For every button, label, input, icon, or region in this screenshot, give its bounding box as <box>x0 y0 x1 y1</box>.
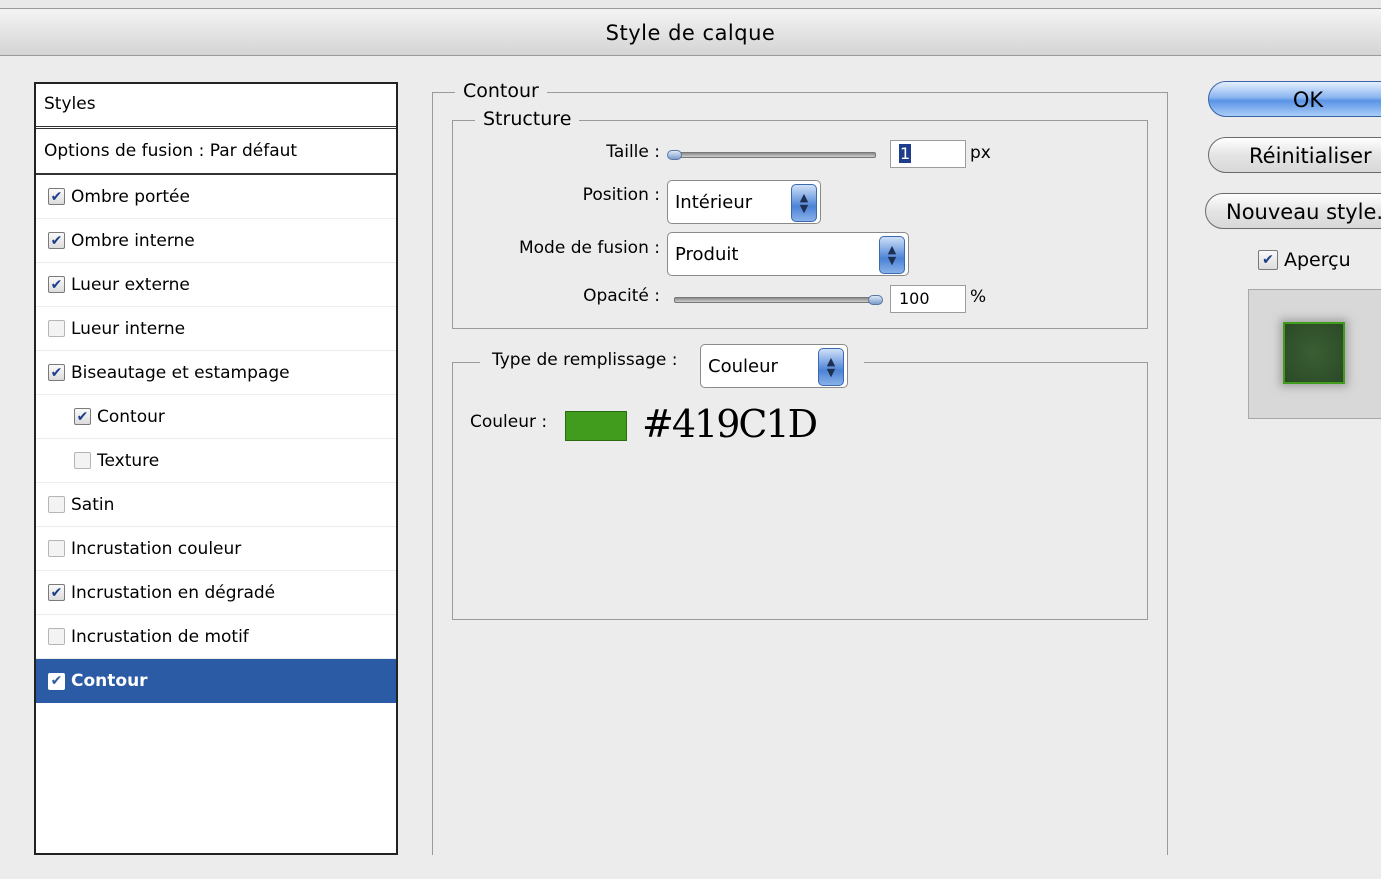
opacity-label: Opacité : <box>583 286 660 306</box>
color-label: Couleur : <box>470 412 548 432</box>
style-item[interactable]: ✔ Biseautage et estampage <box>36 351 396 395</box>
preview-checkbox[interactable]: ✔ Aperçu <box>1258 249 1351 271</box>
style-item-label: Texture <box>97 450 160 471</box>
style-item[interactable]: ✔ Ombre interne <box>36 219 396 263</box>
fill-type-label: Type de remplissage : <box>492 350 678 370</box>
style-item[interactable]: ✔ Lueur externe <box>36 263 396 307</box>
style-item[interactable]: ✔ Satin <box>36 483 396 527</box>
style-item-label: Incrustation couleur <box>71 538 242 559</box>
fill-type-legend: Type de remplissage : Couleur ▲ ▼ <box>480 342 864 388</box>
style-item-label: Lueur interne <box>71 318 186 339</box>
checkbox-unchecked-icon[interactable]: ✔ <box>48 320 65 337</box>
checkbox-unchecked-icon[interactable]: ✔ <box>48 496 65 513</box>
style-item-label: Biseautage et estampage <box>71 362 290 383</box>
style-item-label: Incrustation en dégradé <box>71 582 276 603</box>
opacity-slider-thumb[interactable] <box>868 295 883 305</box>
style-item-label: Contour <box>97 406 165 427</box>
color-hex-text: #419C1D <box>642 402 818 446</box>
styles-header[interactable]: Styles <box>36 84 396 129</box>
size-label: Taille : <box>606 142 660 162</box>
preview-check-icon: ✔ <box>1258 250 1278 270</box>
styles-list: ✔ Ombre portée ✔ Ombre interne ✔ Lueur extern… <box>36 175 396 703</box>
structure-group-title: Structure <box>475 108 580 130</box>
checkbox-checked-icon[interactable]: ✔ <box>48 672 65 690</box>
select-arrows-icon: ▲ ▼ <box>791 184 817 222</box>
size-slider[interactable] <box>668 152 876 158</box>
style-item[interactable]: ✔ Texture <box>36 439 396 483</box>
style-item-label: Contour <box>71 671 148 691</box>
fill-type-select[interactable]: Couleur ▲ ▼ <box>700 344 848 388</box>
position-select[interactable]: Intérieur ▲ ▼ <box>667 180 821 224</box>
select-arrows-icon: ▲ ▼ <box>818 348 844 386</box>
opacity-input[interactable]: 100 <box>890 285 966 313</box>
checkbox-checked-icon[interactable]: ✔ <box>74 408 91 425</box>
color-swatch[interactable] <box>565 411 627 441</box>
opacity-unit: % <box>970 287 987 307</box>
opacity-value: 100 <box>899 289 930 308</box>
style-item[interactable]: ✔ Contour <box>36 395 396 439</box>
preview-swatch <box>1283 322 1345 384</box>
size-unit: px <box>970 143 991 163</box>
opacity-slider[interactable] <box>674 297 882 303</box>
style-item-label: Incrustation de motif <box>71 626 249 647</box>
blending-options-item[interactable]: Options de fusion : Par défaut <box>36 129 396 175</box>
reset-button[interactable]: Réinitialiser <box>1208 137 1381 173</box>
style-item[interactable]: ✔ Lueur interne <box>36 307 396 351</box>
style-item[interactable]: ✔ Contour <box>36 659 396 703</box>
style-item-label: Ombre interne <box>71 230 195 251</box>
style-item-label: Satin <box>71 494 115 515</box>
checkbox-checked-icon[interactable]: ✔ <box>48 276 65 293</box>
fill-type-group <box>452 362 1148 620</box>
preview-label: Aperçu <box>1284 249 1351 271</box>
fill-type-value: Couleur <box>708 356 778 377</box>
style-item[interactable]: ✔ Incrustation en dégradé <box>36 571 396 615</box>
blend-mode-label: Mode de fusion : <box>518 238 660 258</box>
style-item[interactable]: ✔ Incrustation couleur <box>36 527 396 571</box>
styles-panel: Styles Options de fusion : Par défaut ✔ O… <box>34 82 398 855</box>
ok-button[interactable]: OK <box>1208 81 1381 117</box>
size-input[interactable]: 1 <box>890 140 966 168</box>
position-value: Intérieur <box>675 192 753 213</box>
select-arrows-icon: ▲ ▼ <box>879 236 905 274</box>
checkbox-checked-icon[interactable]: ✔ <box>48 584 65 601</box>
checkbox-unchecked-icon[interactable]: ✔ <box>48 540 65 557</box>
checkbox-checked-icon[interactable]: ✔ <box>48 364 65 381</box>
checkbox-unchecked-icon[interactable]: ✔ <box>48 628 65 645</box>
size-slider-thumb[interactable] <box>667 150 682 160</box>
size-value: 1 <box>899 144 912 163</box>
style-item-label: Lueur externe <box>71 274 190 295</box>
blend-mode-select[interactable]: Produit ▲ ▼ <box>667 232 909 276</box>
checkbox-checked-icon[interactable]: ✔ <box>48 232 65 249</box>
style-preview <box>1248 289 1381 419</box>
checkbox-unchecked-icon[interactable]: ✔ <box>74 452 91 469</box>
top-strip <box>0 0 1381 8</box>
style-item[interactable]: ✔ Ombre portée <box>36 175 396 219</box>
checkbox-checked-icon[interactable]: ✔ <box>48 188 65 205</box>
blend-mode-value: Produit <box>675 244 739 265</box>
style-item-label: Ombre portée <box>71 186 190 207</box>
window-title: Style de calque <box>0 8 1381 56</box>
contour-group-title: Contour <box>455 80 547 102</box>
new-style-button[interactable]: Nouveau style... <box>1205 193 1381 229</box>
position-label: Position : <box>582 185 660 205</box>
style-item[interactable]: ✔ Incrustation de motif <box>36 615 396 659</box>
